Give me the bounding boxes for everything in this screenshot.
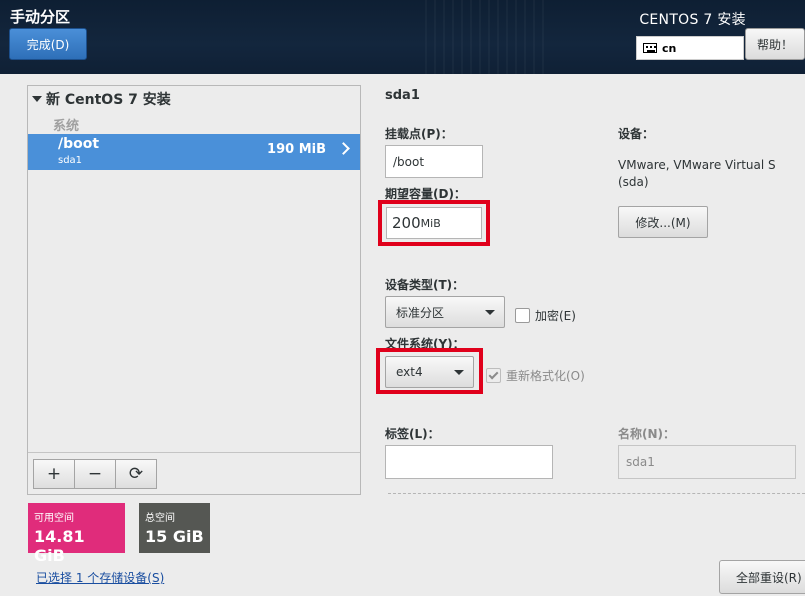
header-decoration <box>425 0 545 74</box>
device-value: VMware, VMware Virtual S (sda) <box>618 158 776 189</box>
partition-size: 190 MiB <box>267 142 326 157</box>
device-label: 设备： <box>618 127 655 141</box>
expander-down-icon[interactable] <box>32 96 42 102</box>
refresh-button[interactable]: ⟳ <box>115 459 157 489</box>
dropdown-arrow-icon <box>454 370 464 375</box>
reformat-label: 重新格式化(O) <box>506 369 585 383</box>
encrypt-checkbox-box[interactable] <box>515 308 530 323</box>
available-space-value: 14.81 GiB <box>34 527 85 565</box>
mount-point-value: /boot <box>393 154 425 169</box>
device-type-value: 标准分区 <box>396 305 445 320</box>
group-label: 系统 <box>53 119 80 134</box>
name-input[interactable]: sda1 <box>618 445 796 479</box>
keyboard-layout-label: cn <box>662 41 677 55</box>
modify-device-button[interactable]: 修改...(M) <box>618 206 708 238</box>
add-partition-button[interactable]: + <box>33 459 75 489</box>
header-bar: 手动分区 完成(D) CENTOS 7 安装 cn 帮助！ <box>0 0 805 74</box>
partition-mount: /boot <box>58 136 100 152</box>
partition-device: sda1 <box>58 155 83 166</box>
reformat-checkbox-box[interactable] <box>486 368 501 383</box>
available-space-label: 可用空间 <box>34 513 74 524</box>
filesystem-value: ext4 <box>396 365 423 379</box>
page-title: 手动分区 <box>10 8 71 26</box>
tag-input[interactable] <box>385 445 553 479</box>
dropdown-arrow-icon <box>485 310 495 315</box>
separator <box>388 493 805 494</box>
reset-all-button[interactable]: 全部重设(R) <box>719 560 805 594</box>
selected-storage-link[interactable]: 已选择 1 个存储设备(S) <box>36 569 164 586</box>
encrypt-checkbox[interactable]: 加密(E) <box>515 307 576 324</box>
device-type-label: 设备类型(T)： <box>385 278 465 292</box>
keyboard-icon <box>643 43 657 53</box>
partition-details-title: sda1 <box>385 88 420 103</box>
keyboard-layout-indicator[interactable]: cn <box>636 36 744 60</box>
help-button[interactable]: 帮助！ <box>745 28 805 60</box>
total-space-value: 15 GiB <box>145 527 204 546</box>
capacity-input[interactable]: 200 MiB <box>386 207 482 239</box>
name-value: sda1 <box>626 455 655 469</box>
install-tree-header[interactable]: 新 CentOS 7 安装 <box>32 89 171 109</box>
chevron-right-icon <box>337 142 350 155</box>
tag-label: 标签(L)： <box>385 427 440 441</box>
filesystem-dropdown[interactable]: ext4 <box>385 356 474 388</box>
capacity-number: 200 <box>392 214 421 232</box>
check-icon <box>488 369 499 380</box>
install-title: 新 CentOS 7 安装 <box>46 92 171 108</box>
remove-partition-button[interactable]: − <box>74 459 116 489</box>
mount-point-label: 挂载点(P)： <box>385 127 453 141</box>
available-space-box: 可用空间 14.81 GiB <box>28 503 125 565</box>
capacity-unit: MiB <box>420 216 441 230</box>
mount-point-input[interactable]: /boot <box>385 145 483 178</box>
partition-tree-panel: 新 CentOS 7 安装 系统 /boot sda1 190 MiB + − … <box>27 85 361 495</box>
done-button[interactable]: 完成(D) <box>9 28 87 60</box>
name-label: 名称(N)： <box>618 427 676 441</box>
partition-toolbar: + − ⟳ <box>28 452 360 494</box>
total-space-box: 总空间 15 GiB <box>139 503 210 553</box>
total-space-label: 总空间 <box>145 513 175 524</box>
encrypt-label: 加密(E) <box>535 309 576 323</box>
product-title: CENTOS 7 安装 <box>639 12 746 28</box>
device-type-dropdown[interactable]: 标准分区 <box>385 296 505 328</box>
partition-row[interactable]: /boot sda1 190 MiB <box>28 134 360 170</box>
reformat-checkbox[interactable]: 重新格式化(O) <box>486 367 585 384</box>
